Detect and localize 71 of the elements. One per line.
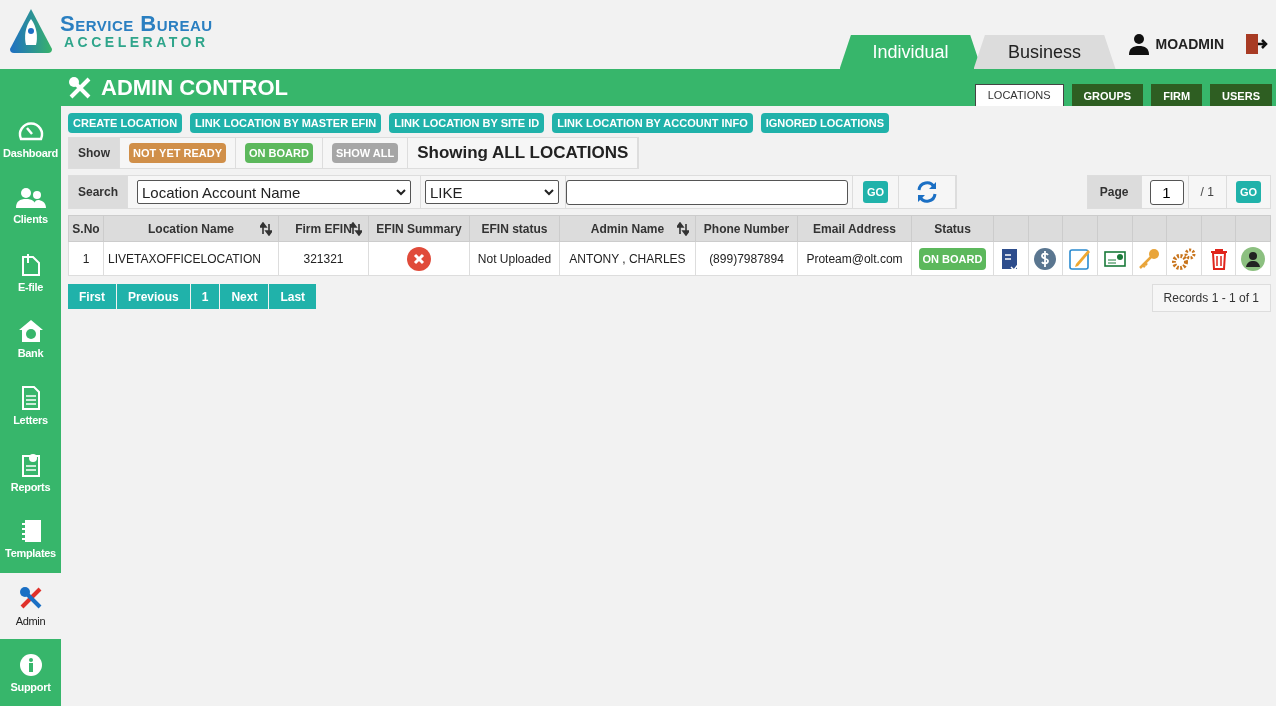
pagination-button[interactable]: 1 <box>190 284 220 309</box>
letter-icon <box>20 386 41 410</box>
notebook-icon <box>19 519 42 544</box>
pagination-button[interactable]: Next <box>220 284 269 309</box>
users-icon <box>14 187 47 209</box>
mode-tab[interactable]: Business <box>973 35 1116 69</box>
table-cell: ANTONY , CHARLES <box>559 241 696 276</box>
report-icon <box>20 452 41 477</box>
logo-title: Service Bureau <box>60 12 213 35</box>
table-cell: Proteam@olt.com <box>797 241 912 276</box>
search-input[interactable] <box>566 179 849 205</box>
page-input[interactable]: 1 <box>1149 179 1184 205</box>
page-title: ADMIN CONTROL <box>101 74 288 101</box>
chevron-down-icon <box>544 188 555 196</box>
gears-icon[interactable] <box>1171 246 1196 271</box>
section-tab[interactable]: FIRM <box>1151 84 1203 106</box>
table-cell: (899)7987894 <box>695 241 798 276</box>
dollar-icon[interactable] <box>1033 246 1058 271</box>
records-count: Records 1 - 1 of 1 <box>1151 284 1271 312</box>
column-header: Phone Number <box>695 215 798 242</box>
column-header: Email Address <box>797 215 912 242</box>
section-tab[interactable]: USERS <box>1210 84 1272 106</box>
user-name: MOADMIN <box>1155 36 1224 52</box>
logo-subtitle: ACCELERATOR <box>64 34 210 49</box>
user-icon[interactable] <box>1241 246 1266 271</box>
table-cell: Not Uploaded <box>469 241 560 276</box>
table-cell: LIVETAXOFFICELOCATION <box>103 241 279 276</box>
column-header: S.No <box>68 215 104 242</box>
info-icon <box>18 652 43 677</box>
column-header: EFIN status <box>469 215 560 242</box>
edit-icon[interactable] <box>1068 246 1093 271</box>
pagination-button[interactable]: First <box>68 284 116 309</box>
sidebar-item[interactable]: Admin <box>0 572 61 640</box>
sort-icon <box>350 221 362 236</box>
filter-button[interactable]: NOT YET READY <box>129 143 227 163</box>
column-header: Status <box>911 215 994 242</box>
status-badge: ON BOARD <box>918 247 987 270</box>
bank-icon <box>17 319 44 344</box>
section-tab[interactable]: LOCATIONS <box>974 84 1064 106</box>
show-label: Show <box>78 146 110 160</box>
page-go-button[interactable]: GO <box>1235 181 1261 203</box>
column-header[interactable]: Location Name <box>103 215 279 242</box>
filter-button[interactable]: SHOW ALL <box>331 143 399 163</box>
action-button[interactable]: IGNORED LOCATIONS <box>760 113 890 133</box>
section-tab[interactable]: GROUPS <box>1071 84 1144 106</box>
pagination-button[interactable]: Last <box>269 284 317 309</box>
page-label: Page <box>1099 185 1129 199</box>
go-button[interactable]: GO <box>863 181 889 203</box>
table-cell: 321321 <box>278 241 369 276</box>
action-button[interactable]: LINK LOCATION BY SITE ID <box>389 113 545 133</box>
logout-icon[interactable] <box>1244 33 1268 55</box>
search-label: Search <box>78 185 119 199</box>
action-button[interactable]: LINK LOCATION BY ACCOUNT INFO <box>552 113 753 133</box>
sort-icon <box>677 221 689 236</box>
operator-select[interactable]: LIKE <box>425 180 560 204</box>
action-button[interactable]: CREATE LOCATION <box>68 113 183 133</box>
document-icon <box>20 252 41 277</box>
filter-heading: Showing ALL LOCATIONS <box>417 143 629 163</box>
pagination-button[interactable]: Previous <box>117 284 190 309</box>
table-cell: 1 <box>68 241 104 276</box>
user-icon <box>1127 33 1150 55</box>
action-button[interactable]: LINK LOCATION BY MASTER EFIN <box>190 113 382 133</box>
field-select[interactable]: Location Account Name <box>137 180 412 204</box>
column-header: EFIN Summary <box>368 215 470 242</box>
column-header[interactable]: Admin Name <box>559 215 696 242</box>
tools-icon <box>67 74 93 101</box>
sort-icon <box>260 221 272 236</box>
chevron-down-icon <box>396 188 407 196</box>
column-header[interactable]: Firm EFIN <box>278 215 369 242</box>
page-total: / 1 <box>1200 185 1214 199</box>
filter-button[interactable]: ON BOARD <box>245 143 313 163</box>
